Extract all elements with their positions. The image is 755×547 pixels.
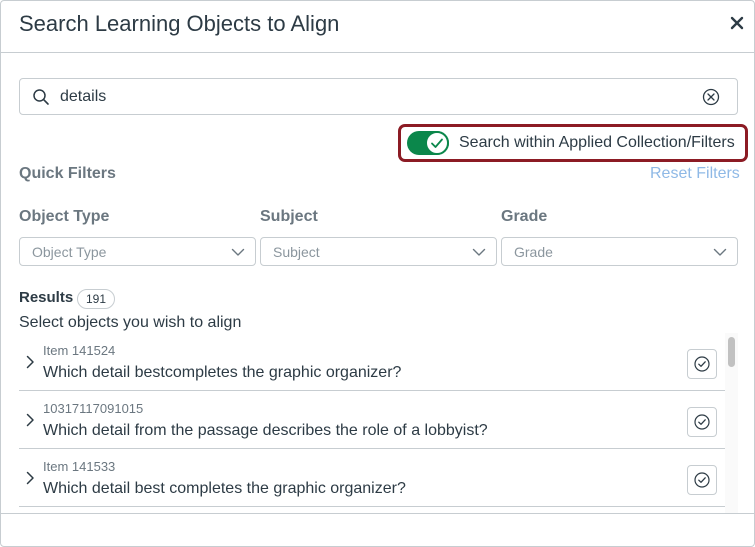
check-circle-icon [694,356,710,372]
clear-circle-icon[interactable] [702,88,720,106]
results-scrollbar[interactable] [725,333,738,513]
result-row[interactable]: 10317117091015 Which detail from the pas… [19,391,725,449]
check-circle-icon [694,414,710,430]
toggle-knob [425,131,449,155]
search-box [19,78,738,115]
select-result-button[interactable] [687,349,717,379]
result-id: 10317117091015 [43,401,144,416]
result-text: Which detail best completes the graphic … [43,480,406,497]
object-type-select[interactable]: Object Type [19,237,256,266]
grade-select[interactable]: Grade [501,237,738,266]
results-count-badge: 191 [77,289,116,309]
search-input[interactable] [60,84,700,110]
search-within-toggle-highlight: Search within Applied Collection/Filters [398,124,748,162]
close-icon[interactable] [727,13,747,33]
results-list: Item 141524 Which detail bestcompletes t… [19,333,725,513]
select-result-button[interactable] [687,407,717,437]
chevron-right-icon[interactable] [23,355,37,369]
quick-filters-title: Quick Filters [19,165,116,182]
footer-divider [1,513,754,514]
toggle-label: Search within Applied Collection/Filters [459,134,735,151]
align-modal: Search Learning Objects to Align Search … [0,0,755,547]
object-type-placeholder: Object Type [32,244,107,260]
result-row[interactable]: Item 141524 Which detail bestcompletes t… [19,333,725,391]
result-text: Which detail bestcompletes the graphic o… [43,364,402,381]
search-within-toggle[interactable] [407,131,449,155]
subject-label: Subject [260,208,318,225]
grade-placeholder: Grade [514,244,553,260]
chevron-down-icon [713,248,727,256]
result-id: Item 141524 [43,343,116,358]
modal-header: Search Learning Objects to Align [1,1,754,53]
results-label: Results [19,289,74,306]
object-type-label: Object Type [19,208,110,225]
check-icon [431,138,443,148]
subject-select[interactable]: Subject [260,237,497,266]
result-text: Which detail from the passage describes … [43,422,488,439]
result-id: Item 141533 [43,459,116,474]
search-icon [32,88,50,106]
chevron-right-icon[interactable] [23,413,37,427]
chevron-down-icon [472,248,486,256]
modal-title: Search Learning Objects to Align [19,11,340,36]
select-result-button[interactable] [687,465,717,495]
chevron-down-icon [231,248,245,256]
subject-placeholder: Subject [273,244,320,260]
result-row[interactable]: Item 141533 Which detail best completes … [19,449,725,507]
chevron-right-icon[interactable] [23,471,37,485]
results-instruction: Select objects you wish to align [19,314,242,331]
grade-label: Grade [501,208,548,225]
check-circle-icon [694,472,710,488]
scrollbar-thumb[interactable] [728,337,735,367]
reset-filters-link[interactable]: Reset Filters [650,165,740,183]
